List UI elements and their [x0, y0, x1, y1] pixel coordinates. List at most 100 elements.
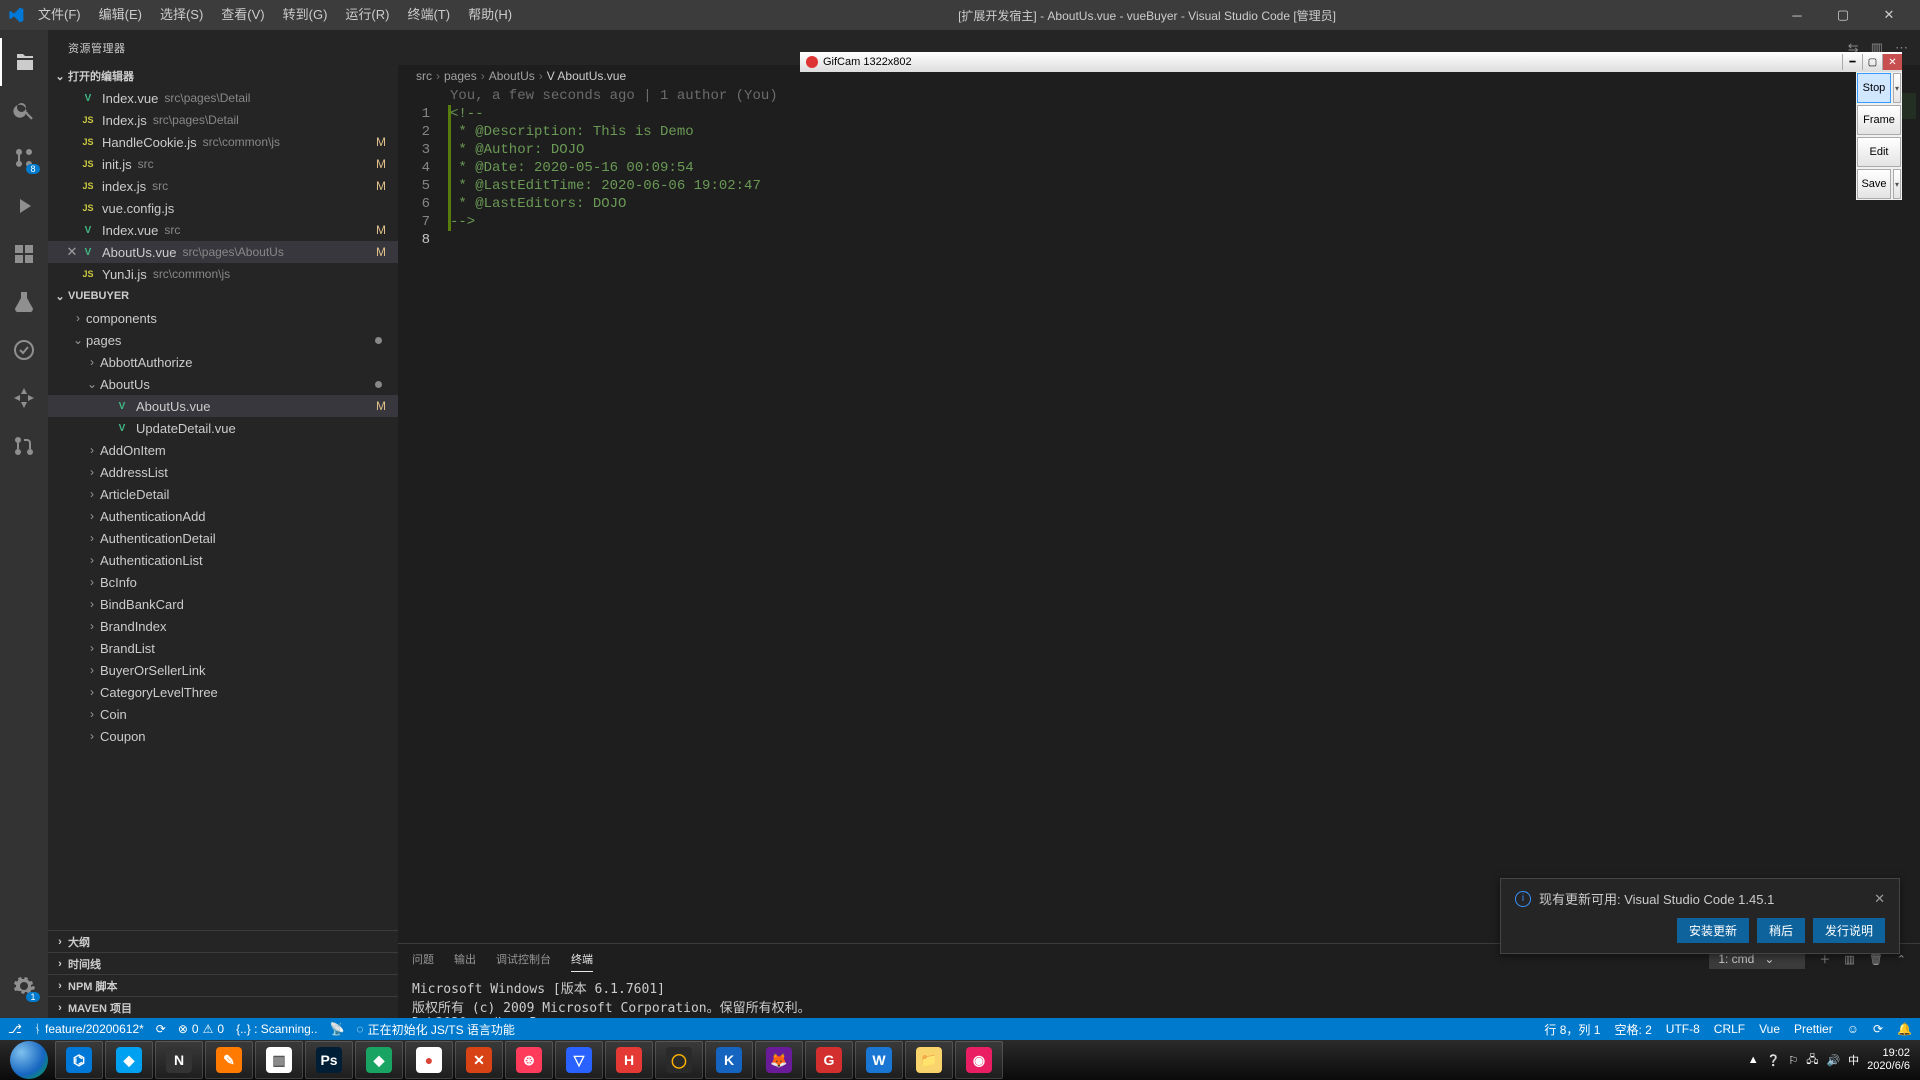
debug-icon[interactable] — [0, 182, 48, 230]
taskbar-app[interactable]: ▥ — [255, 1041, 303, 1079]
bell-icon[interactable]: 🔔 — [1897, 1022, 1912, 1036]
taskbar-app[interactable]: N — [155, 1041, 203, 1079]
open-editor-item[interactable]: VIndex.vuesrcM — [48, 219, 398, 241]
folder-item[interactable]: ⌄pages — [48, 329, 398, 351]
code-line[interactable]: --> — [450, 213, 1920, 231]
folder-item[interactable]: ›BrandList — [48, 637, 398, 659]
feedback-icon[interactable]: ☺ — [1847, 1022, 1859, 1036]
remote-icon[interactable]: ⎇ — [8, 1022, 22, 1036]
open-editor-item[interactable]: JSIndex.jssrc\pages\Detail — [48, 109, 398, 131]
folder-item[interactable]: ›components — [48, 307, 398, 329]
gifcam-stop-dropdown[interactable]: ▾ — [1893, 73, 1901, 103]
notification-action[interactable]: 稍后 — [1757, 918, 1805, 943]
taskbar-app[interactable]: ✎ — [205, 1041, 253, 1079]
tray-up-icon[interactable]: ▲ — [1748, 1054, 1759, 1066]
taskbar-app[interactable]: 🦊 — [755, 1041, 803, 1079]
folder-item[interactable]: ›BuyerOrSellerLink — [48, 659, 398, 681]
close-icon[interactable]: ✕ — [64, 244, 80, 260]
open-editors-header[interactable]: ⌄打开的编辑器 — [48, 65, 398, 87]
taskbar-app[interactable]: ◉ — [955, 1041, 1003, 1079]
minimize-button[interactable]: ─ — [1774, 0, 1820, 30]
folder-item[interactable]: ›BindBankCard — [48, 593, 398, 615]
statusbar-item[interactable]: 行 8，列 1 — [1544, 1021, 1600, 1038]
tray-lang-icon[interactable]: 中 — [1848, 1052, 1859, 1068]
kill-terminal-icon[interactable]: 🗑 — [1869, 953, 1883, 966]
folder-item[interactable]: ›ArticleDetail — [48, 483, 398, 505]
git-sync[interactable]: ⟳ — [156, 1022, 166, 1036]
taskbar-app[interactable]: Ps — [305, 1041, 353, 1079]
open-editor-item[interactable]: JSinit.jssrcM — [48, 153, 398, 175]
notification-action[interactable]: 发行说明 — [1813, 918, 1885, 943]
problems[interactable]: ⊗ 0 ⚠ 0 — [178, 1022, 224, 1036]
sync-settings-icon[interactable]: ⟳ — [1873, 1022, 1883, 1036]
code-line[interactable]: * @Date: 2020-05-16 00:09:54 — [450, 159, 1920, 177]
explorer-icon[interactable] — [0, 38, 48, 86]
minimap[interactable] — [1870, 87, 1920, 943]
settings-icon[interactable]: 1 — [0, 962, 48, 1010]
taskbar-app[interactable]: K — [705, 1041, 753, 1079]
extensions-icon[interactable] — [0, 230, 48, 278]
folder-item[interactable]: ›Coin — [48, 703, 398, 725]
section-header[interactable]: ›时间线 — [48, 952, 398, 974]
folder-item[interactable]: ›AddressList — [48, 461, 398, 483]
gifcam-frame-button[interactable]: Frame — [1857, 105, 1901, 135]
section-header[interactable]: ›大纲 — [48, 930, 398, 952]
taskbar-app[interactable]: W — [855, 1041, 903, 1079]
antenna-icon[interactable]: 📡 — [329, 1022, 344, 1036]
statusbar-item[interactable]: Prettier — [1794, 1022, 1833, 1036]
code-line[interactable]: <!-- — [450, 105, 1920, 123]
taskbar-app[interactable]: 📁 — [905, 1041, 953, 1079]
gifcam-maximize[interactable]: ▢ — [1862, 54, 1882, 70]
taskbar-app[interactable]: ◯ — [655, 1041, 703, 1079]
open-editor-item[interactable]: JSvue.config.js — [48, 197, 398, 219]
statusbar-item[interactable]: CRLF — [1714, 1022, 1745, 1036]
folder-item[interactable]: ›CategoryLevelThree — [48, 681, 398, 703]
statusbar-item[interactable]: 空格: 2 — [1614, 1021, 1651, 1038]
panel-tab[interactable]: 输出 — [454, 947, 476, 971]
tray-shield-icon[interactable]: ⚐ — [1788, 1054, 1798, 1067]
folder-item[interactable]: ›AbbottAuthorize — [48, 351, 398, 373]
folder-item[interactable]: ›AddOnItem — [48, 439, 398, 461]
docker-icon[interactable] — [0, 326, 48, 374]
panel-tab[interactable]: 调试控制台 — [496, 947, 551, 971]
folder-item[interactable]: ⌄AboutUs — [48, 373, 398, 395]
section-header[interactable]: ›NPM 脚本 — [48, 974, 398, 996]
file-item[interactable]: VAboutUs.vueM — [48, 395, 398, 417]
taskbar-app[interactable]: ◆ — [105, 1041, 153, 1079]
section-header[interactable]: ›MAVEN 项目 — [48, 996, 398, 1018]
gifcam-edit-button[interactable]: Edit — [1857, 137, 1901, 167]
breadcrumb-item[interactable]: AboutUs — [489, 69, 535, 83]
start-orb[interactable] — [10, 1041, 48, 1079]
tray-help-icon[interactable]: ❔ — [1767, 1054, 1781, 1067]
panel-tab[interactable]: 问题 — [412, 947, 434, 971]
close-button[interactable]: ✕ — [1866, 0, 1912, 30]
folder-item[interactable]: ›Coupon — [48, 725, 398, 747]
menu-item[interactable]: 帮助(H) — [460, 0, 520, 30]
taskbar-app[interactable]: G — [805, 1041, 853, 1079]
notification-close[interactable]: ✕ — [1874, 891, 1885, 907]
scanning[interactable]: {..} : Scanning.. — [236, 1022, 317, 1036]
taskbar-app[interactable]: ⌬ — [55, 1041, 103, 1079]
statusbar-item[interactable]: UTF-8 — [1666, 1022, 1700, 1036]
tray-clock[interactable]: 19:02 2020/6/6 — [1867, 1047, 1910, 1073]
gifcam-titlebar[interactable]: GifCam 1322x802 ━ ▢ ✕ — [800, 52, 1902, 72]
code-line[interactable]: * @Description: This is Demo — [450, 123, 1920, 141]
gifcam-close[interactable]: ✕ — [1882, 54, 1902, 70]
breadcrumb-item[interactable]: src — [416, 69, 432, 83]
menu-item[interactable]: 编辑(E) — [91, 0, 150, 30]
tray-volume-icon[interactable]: 🔊 — [1826, 1054, 1840, 1067]
code-editor[interactable]: 12345678 You, a few seconds ago | 1 auth… — [398, 87, 1920, 943]
panel-tab[interactable]: 终端 — [571, 947, 593, 972]
git-pr-icon[interactable] — [0, 422, 48, 470]
code-line[interactable]: * @LastEditTime: 2020-06-06 19:02:47 — [450, 177, 1920, 195]
search-icon[interactable] — [0, 86, 48, 134]
liveshare-icon[interactable] — [0, 374, 48, 422]
init-progress[interactable]: ◌ 正在初始化 JS/TS 语言功能 — [356, 1021, 514, 1038]
gifcam-save-dropdown[interactable]: ▾ — [1893, 169, 1901, 199]
open-editor-item[interactable]: ✕VAboutUs.vuesrc\pages\AboutUsM — [48, 241, 398, 263]
tray-network-icon[interactable]: 🖧 — [1806, 1051, 1818, 1070]
menu-item[interactable]: 文件(F) — [30, 0, 89, 30]
breadcrumb-item[interactable]: pages — [444, 69, 477, 83]
code-line[interactable]: * @LastEditors: DOJO — [450, 195, 1920, 213]
taskbar-app[interactable] — [5, 1041, 53, 1079]
